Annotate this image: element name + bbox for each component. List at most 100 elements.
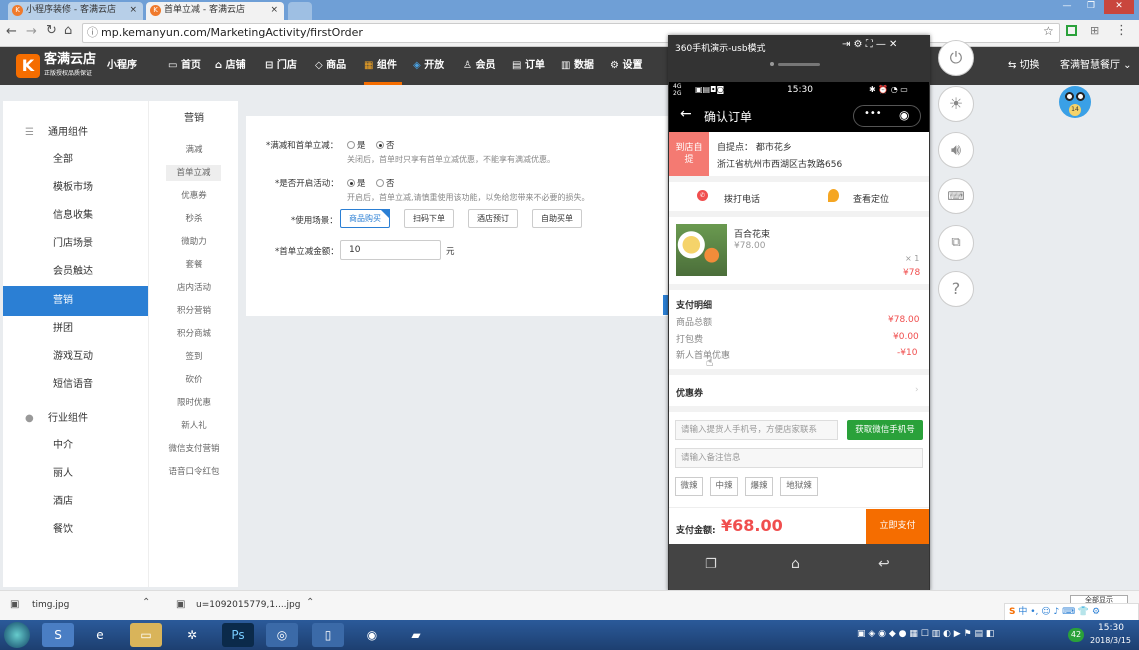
submenu-item[interactable]: 套餐 [149,257,239,273]
volume-icon[interactable]: 🔊︎ [938,132,974,168]
tag-option[interactable]: 地狱辣 [780,477,818,496]
submenu-item[interactable]: 砍价 [149,372,239,388]
crop-icon[interactable]: ⧉ [938,225,974,261]
sidebar-item-member[interactable]: 会员触达 [3,259,148,285]
switch-button[interactable]: ⇆ 切换 [1008,47,1040,85]
chrome-icon[interactable]: ◎ [266,623,298,647]
keyboard-icon[interactable]: ⌨ [938,178,974,214]
sidebar-item-food[interactable]: 餐饮 [3,517,148,543]
sidebar-item-store-scene[interactable]: 门店场景 [3,231,148,257]
phone-number-input[interactable]: 请输入提货人手机号，方便店家联系 [675,420,838,440]
submenu-item[interactable]: 微助力 [149,234,239,250]
locate-button[interactable]: 查看定位 [853,192,889,205]
download-item[interactable]: timg.jpg [32,600,69,610]
show-all-button[interactable]: 全部显示 [1070,595,1128,603]
note-input[interactable]: 请输入备注信息 [675,448,923,468]
close-window-icon[interactable]: ✕ [1104,0,1134,14]
power-icon[interactable]: ⏻ [938,40,974,76]
nav-home[interactable]: ▭ 首页 [168,47,201,85]
download-item[interactable]: u=1092015779,1....jpg [196,600,300,610]
ie-icon[interactable]: e [84,623,116,647]
submenu-item[interactable]: 限时优惠 [149,395,239,411]
brightness-icon[interactable]: ☀ [938,86,974,122]
window-app-icon[interactable]: ▰ [400,623,432,647]
ime-toolbar[interactable]: S 中 •, ☺ ♪ ⌨ 👕 ⚙ [1004,603,1139,621]
scene-option[interactable]: 扫码下单 [404,209,454,228]
bookmark-star-icon[interactable]: ☆ [1043,24,1054,38]
tag-option[interactable]: 微辣 [675,477,703,496]
row2-no-radio[interactable]: 否 [376,177,395,189]
nav-store[interactable]: ⊟ 门店 [265,47,297,85]
sidebar-item-beauty[interactable]: 丽人 [3,461,148,487]
sidebar-item-sms[interactable]: 短信语音 [3,372,148,398]
submenu-item[interactable]: 微信支付营销 [149,441,239,457]
maximize-icon[interactable]: ❐ [1080,0,1102,14]
home-icon[interactable]: ⌂ [791,556,800,572]
scene-option[interactable]: 自助买单 [532,209,582,228]
photoshop-icon[interactable]: Ps [222,623,254,647]
nav-member[interactable]: ♙ 会员 [463,47,495,85]
row2-yes-radio[interactable]: 是 [347,177,366,189]
emulator-controls-icon[interactable]: ⇥ ⚙ ⛶ — ✕ [842,39,897,50]
nav-order[interactable]: ▤ 订单 [512,47,545,85]
submenu-item[interactable]: 新人礼 [149,418,239,434]
nav-settings[interactable]: ⚙ 设置 [610,47,642,85]
nav-data[interactable]: ▥ 数据 [561,47,594,85]
tag-option[interactable]: 中辣 [710,477,738,496]
back-icon[interactable]: ↩ [878,556,890,572]
obs-icon[interactable]: ◉ [356,623,388,647]
minimize-icon[interactable]: — [1056,0,1078,14]
folder-icon[interactable]: ▭ [130,623,162,647]
back-arrow-icon[interactable]: ← [680,106,692,122]
get-wechat-phone-button[interactable]: 获取微信手机号 [847,420,923,440]
nav-goods[interactable]: ◇ 商品 [315,47,346,85]
sidebar-item-marketing[interactable]: 营销 [3,286,148,316]
sidebar-item-templates[interactable]: 模板市场 [3,175,148,201]
submenu-item[interactable]: 语音口令红包 [149,464,239,480]
submenu-item[interactable]: 积分营销 [149,303,239,319]
row1-no-radio[interactable]: 否 [376,139,395,151]
submenu-item[interactable]: 店内活动 [149,280,239,296]
close-tab-icon[interactable]: × [129,2,137,19]
nav-shop[interactable]: ⌂ 店铺 [215,47,246,85]
submenu-item[interactable]: 优惠券 [149,188,239,204]
sidebar-item-agency[interactable]: 中介 [3,433,148,459]
submenu-item-active[interactable]: 首单立减 [166,165,221,181]
extension-icon[interactable] [1066,25,1077,36]
recent-apps-icon[interactable]: ❐ [705,557,717,572]
menu-icon[interactable]: ⋮ [1115,23,1128,38]
app-icon[interactable]: ✲ [176,623,208,647]
sidebar-item-all[interactable]: 全部 [3,147,148,173]
close-tab-icon[interactable]: × [270,2,278,19]
back-icon[interactable]: ← [6,24,17,39]
pay-now-button[interactable]: 立即支付 [866,509,929,544]
chevron-up-icon[interactable]: ⌃ [306,597,314,608]
help-icon[interactable]: ? [938,271,974,307]
nav-open[interactable]: ◈ 开放 [413,47,444,85]
scene-option-selected[interactable]: 商品购买 [340,209,390,228]
sidebar-item-groupbuy[interactable]: 拼团 [3,316,148,342]
new-tab-button[interactable] [288,2,312,20]
amount-input[interactable]: 10 [340,240,441,260]
tab-firstorder[interactable]: K 首单立减 - 客满云店 × [146,2,284,20]
forward-icon[interactable]: → [26,24,37,39]
home-icon[interactable]: ⌂ [64,23,72,38]
sidebar-item-info[interactable]: 信息收集 [3,203,148,229]
call-button[interactable]: 拨打电话 [724,192,760,205]
sidebar-item-game[interactable]: 游戏互动 [3,344,148,370]
nav-components[interactable]: ▦ 组件 [364,47,397,85]
tray-icons[interactable]: ▣ ◈ ◉ ◆ ● ▦ ☐ ▥ ◐ ▶ ⚑ ▤ ◧ [857,629,994,639]
tag-option[interactable]: 爆辣 [745,477,773,496]
submenu-item[interactable]: 满减 [149,142,239,158]
submenu-item[interactable]: 签到 [149,349,239,365]
row1-yes-radio[interactable]: 是 [347,139,366,151]
360-browser-icon[interactable]: S [42,623,74,647]
submenu-item[interactable]: 积分商城 [149,326,239,342]
submenu-item[interactable]: 秒杀 [149,211,239,227]
reload-icon[interactable]: ↻ [46,23,57,38]
coupon-row[interactable]: 优惠券 [676,386,703,399]
phone-app-icon[interactable]: ▯ [312,623,344,647]
start-button[interactable] [4,622,30,648]
scene-option[interactable]: 酒店预订 [468,209,518,228]
capsule-menu[interactable]: ••• ◉ [853,105,921,127]
